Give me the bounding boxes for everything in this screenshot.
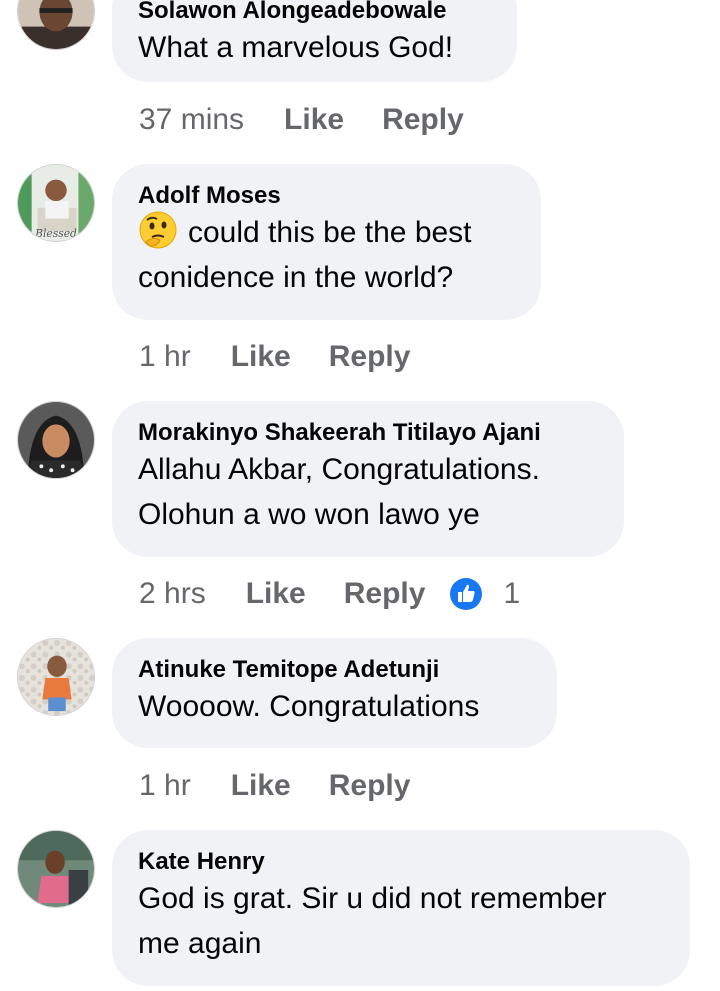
comment-text-line: conidence in the world? [138,261,454,294]
comment-bubble: Atinuke Temitope Adetunji Woooow. Congra… [112,638,557,748]
comment-meta: 37 mins Like Reply [139,100,502,140]
avatar-image [18,831,94,907]
comment-author[interactable]: Solawon Alongeadebowale [138,0,491,25]
like-button[interactable]: Like [246,577,306,611]
avatar[interactable] [17,638,95,716]
avatar-image: Blessed [18,165,94,241]
comment-text-line: me again [138,927,262,960]
avatar[interactable] [17,0,95,50]
comment-text-line: God is grat. Sir u did not remember [138,882,607,915]
comment-time[interactable]: 37 mins [139,103,244,137]
comment-text-line: Woooow. Congratulations [138,690,480,723]
comment-author[interactable]: Adolf Moses [138,182,515,210]
reply-button[interactable]: Reply [344,577,426,611]
like-button[interactable]: Like [284,103,344,137]
avatar-image [18,639,94,715]
like-button[interactable]: Like [231,340,291,374]
reaction-summary[interactable]: 1 [449,577,520,611]
avatar-image [18,402,94,478]
like-button[interactable]: Like [231,769,291,803]
comment-bubble: Solawon Alongeadebowale What a marvelous… [112,0,517,82]
comment-bubble: Adolf Moses could this be the best conid… [112,164,541,320]
avatar[interactable] [17,401,95,479]
comment-bubble: Kate Henry God is grat. Sir u did not re… [112,830,690,986]
thinking-face-icon [139,211,177,249]
avatar[interactable] [17,830,95,908]
comment-time[interactable]: 2 hrs [139,577,206,611]
reply-button[interactable]: Reply [329,769,411,803]
comment-text: could this be the best [138,210,515,255]
avatar[interactable]: Blessed [17,164,95,242]
svg-text:Blessed: Blessed [34,227,77,240]
reply-button[interactable]: Reply [329,340,411,374]
reaction-count: 1 [503,577,521,610]
comment-meta: 1 hr Like Reply [139,337,448,377]
comment-text-line: Allahu Akbar, Congratulations. [138,453,540,486]
comment-bubble: Morakinyo Shakeerah Titilayo Ajani Allah… [112,401,624,557]
comment-text-line: could this be the best [188,216,472,249]
comment-text-line: Olohun a wo won lawo ye [138,498,480,531]
thumbs-up-icon [450,578,483,610]
comment-author[interactable]: Kate Henry [138,848,664,876]
comment-time[interactable]: 1 hr [139,769,191,803]
comment-meta: 1 hr Like Reply [139,766,448,806]
comment-text: What a marvelous God! [138,31,454,64]
reply-button[interactable]: Reply [382,103,464,137]
comment-time[interactable]: 1 hr [139,340,191,374]
avatar-image [18,0,94,49]
comment-author[interactable]: Atinuke Temitope Adetunji [138,656,531,684]
comment-author[interactable]: Morakinyo Shakeerah Titilayo Ajani [138,419,598,447]
comment-meta: 2 hrs Like Reply 1 [139,574,520,614]
